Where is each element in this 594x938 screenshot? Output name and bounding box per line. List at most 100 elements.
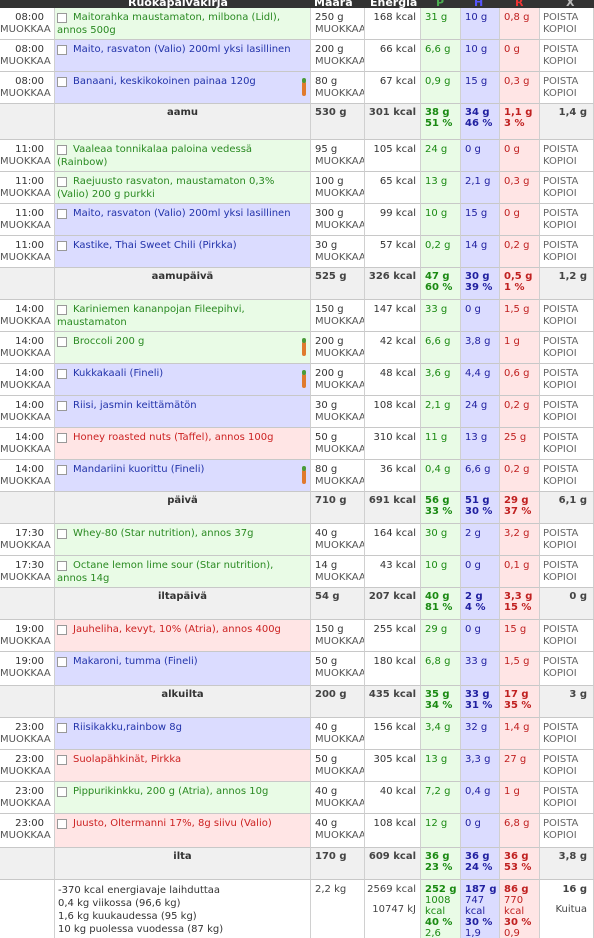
copy-link[interactable]: KOPIOI (543, 56, 577, 67)
close-icon[interactable]: X (566, 0, 574, 8)
food-name[interactable]: Maito, rasvaton (Valio) 200ml yksi lasil… (57, 43, 296, 56)
food-name[interactable]: Juusto, Oltermanni 17%, 8g siivu (Valio) (57, 817, 296, 830)
food-name[interactable]: Makaroni, tumma (Fineli) (57, 655, 296, 668)
food-name[interactable]: Suolapähkinät, Pirkka (57, 753, 296, 766)
food-name[interactable]: Mandariini kuorittu (Fineli) (57, 463, 296, 476)
edit-amount-link[interactable]: MUOKKAA (315, 220, 364, 231)
copy-link[interactable]: KOPIOI (543, 766, 577, 777)
copy-link[interactable]: KOPIOI (543, 412, 577, 423)
edit-link[interactable]: MUOKKAA (0, 220, 51, 231)
copy-link[interactable]: KOPIOI (543, 668, 577, 679)
edit-link[interactable]: MUOKKAA (0, 830, 51, 841)
delete-link[interactable]: POISTA (543, 560, 578, 571)
edit-link[interactable]: MUOKKAA (0, 156, 51, 167)
edit-amount-link[interactable]: MUOKKAA (315, 766, 364, 777)
food-name[interactable]: Pippurikinkku, 200 g (Atria), annos 10g (57, 785, 296, 798)
copy-link[interactable]: KOPIOI (543, 24, 577, 35)
edit-link[interactable]: MUOKKAA (0, 252, 51, 263)
edit-amount-link[interactable]: MUOKKAA (315, 444, 364, 455)
copy-link[interactable]: KOPIOI (543, 88, 577, 99)
edit-amount-link[interactable]: MUOKKAA (315, 830, 364, 841)
edit-link[interactable]: MUOKKAA (0, 668, 51, 679)
edit-amount-link[interactable]: MUOKKAA (315, 412, 364, 423)
delete-link[interactable]: POISTA (543, 400, 578, 411)
delete-link[interactable]: POISTA (543, 304, 578, 315)
copy-link[interactable]: KOPIOI (543, 572, 577, 583)
delete-link[interactable]: POISTA (543, 44, 578, 55)
food-name[interactable]: Octane lemon lime sour (Star nutrition),… (57, 559, 296, 585)
delete-link[interactable]: POISTA (543, 528, 578, 539)
delete-link[interactable]: POISTA (543, 432, 578, 443)
edit-amount-link[interactable]: MUOKKAA (315, 88, 364, 99)
edit-link[interactable]: MUOKKAA (0, 56, 51, 67)
edit-amount-link[interactable]: MUOKKAA (315, 636, 364, 647)
edit-link[interactable]: MUOKKAA (0, 88, 51, 99)
delete-link[interactable]: POISTA (543, 76, 578, 87)
copy-link[interactable]: KOPIOI (543, 188, 577, 199)
food-name[interactable]: Kariniemen kananpojan Fileepihvi, mausta… (57, 303, 296, 329)
delete-link[interactable]: POISTA (543, 144, 578, 155)
edit-link[interactable]: MUOKKAA (0, 540, 51, 551)
edit-amount-link[interactable]: MUOKKAA (315, 572, 364, 583)
copy-link[interactable]: KOPIOI (543, 830, 577, 841)
food-name[interactable]: Riisikakku,rainbow 8g (57, 721, 296, 734)
edit-link[interactable]: MUOKKAA (0, 380, 51, 391)
copy-link[interactable]: KOPIOI (543, 348, 577, 359)
delete-link[interactable]: POISTA (543, 722, 578, 733)
copy-link[interactable]: KOPIOI (543, 540, 577, 551)
copy-link[interactable]: KOPIOI (543, 798, 577, 809)
edit-link[interactable]: MUOKKAA (0, 572, 51, 583)
food-name[interactable]: Riisi, jasmin keittämätön (57, 399, 296, 412)
copy-link[interactable]: KOPIOI (543, 316, 577, 327)
edit-link[interactable]: MUOKKAA (0, 348, 51, 359)
delete-link[interactable]: POISTA (543, 624, 578, 635)
edit-amount-link[interactable]: MUOKKAA (315, 798, 364, 809)
edit-amount-link[interactable]: MUOKKAA (315, 734, 364, 745)
edit-link[interactable]: MUOKKAA (0, 766, 51, 777)
food-name[interactable]: Maito, rasvaton (Valio) 200ml yksi lasil… (57, 207, 296, 220)
edit-amount-link[interactable]: MUOKKAA (315, 56, 364, 67)
delete-link[interactable]: POISTA (543, 786, 578, 797)
delete-link[interactable]: POISTA (543, 12, 578, 23)
food-name[interactable]: Raejuusto rasvaton, maustamaton 0,3% (Va… (57, 175, 296, 201)
copy-link[interactable]: KOPIOI (543, 252, 577, 263)
edit-amount-link[interactable]: MUOKKAA (315, 668, 364, 679)
edit-amount-link[interactable]: MUOKKAA (315, 156, 364, 167)
edit-link[interactable]: MUOKKAA (0, 444, 51, 455)
edit-link[interactable]: MUOKKAA (0, 636, 51, 647)
edit-amount-link[interactable]: MUOKKAA (315, 380, 364, 391)
food-name[interactable]: Jauheliha, kevyt, 10% (Atria), annos 400… (57, 623, 296, 636)
edit-amount-link[interactable]: MUOKKAA (315, 348, 364, 359)
edit-amount-link[interactable]: MUOKKAA (315, 24, 364, 35)
food-name[interactable]: Whey-80 (Star nutrition), annos 37g (57, 527, 296, 540)
edit-amount-link[interactable]: MUOKKAA (315, 540, 364, 551)
copy-link[interactable]: KOPIOI (543, 636, 577, 647)
delete-link[interactable]: POISTA (543, 176, 578, 187)
food-name[interactable]: Maitorahka maustamaton, milbona (Lidl), … (57, 11, 296, 37)
delete-link[interactable]: POISTA (543, 818, 578, 829)
delete-link[interactable]: POISTA (543, 336, 578, 347)
copy-link[interactable]: KOPIOI (543, 156, 577, 167)
copy-link[interactable]: KOPIOI (543, 444, 577, 455)
delete-link[interactable]: POISTA (543, 208, 578, 219)
food-name[interactable]: Honey roasted nuts (Taffel), annos 100g (57, 431, 296, 444)
edit-link[interactable]: MUOKKAA (0, 24, 51, 35)
copy-link[interactable]: KOPIOI (543, 220, 577, 231)
delete-link[interactable]: POISTA (543, 368, 578, 379)
delete-link[interactable]: POISTA (543, 656, 578, 667)
food-name[interactable]: Broccoli 200 g (57, 335, 296, 348)
edit-amount-link[interactable]: MUOKKAA (315, 476, 364, 487)
edit-link[interactable]: MUOKKAA (0, 798, 51, 809)
edit-link[interactable]: MUOKKAA (0, 476, 51, 487)
food-name[interactable]: Banaani, keskikokoinen painaa 120g (57, 75, 296, 88)
edit-link[interactable]: MUOKKAA (0, 316, 51, 327)
food-name[interactable]: Vaaleaa tonnikalaa paloina vedessä (Rain… (57, 143, 296, 169)
edit-amount-link[interactable]: MUOKKAA (315, 252, 364, 263)
food-name[interactable]: Kastike, Thai Sweet Chili (Pirkka) (57, 239, 296, 252)
copy-link[interactable]: KOPIOI (543, 734, 577, 745)
edit-link[interactable]: MUOKKAA (0, 734, 51, 745)
delete-link[interactable]: POISTA (543, 754, 578, 765)
edit-link[interactable]: MUOKKAA (0, 188, 51, 199)
edit-amount-link[interactable]: MUOKKAA (315, 188, 364, 199)
delete-link[interactable]: POISTA (543, 464, 578, 475)
